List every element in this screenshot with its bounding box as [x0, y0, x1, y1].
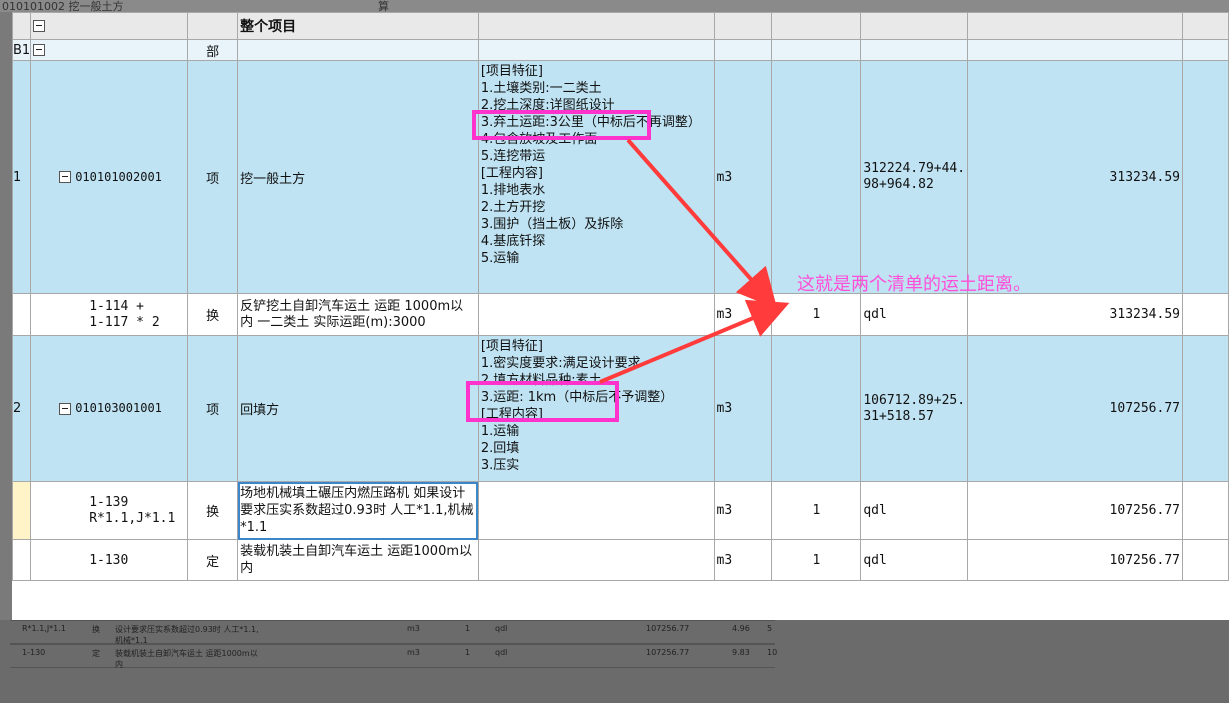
table-row[interactable]: 1-130 定 装载机装土自卸汽车运土 运距1000m以内 m3 1 qdl 1… [11, 539, 1229, 581]
qty-cell[interactable]: 1 [771, 293, 862, 336]
expression-cell[interactable]: qdl [860, 539, 969, 581]
name-cell[interactable]: 装载机装土自卸汽车运土 运距1000m以内 [237, 539, 479, 581]
table-row[interactable]: 1-114 + 1-117 * 2 换 反铲挖土自卸汽车运土 运距 1000m以… [11, 293, 1229, 336]
type-cell: 换 [187, 293, 239, 336]
header-cell [967, 12, 1183, 40]
row-number [11, 293, 32, 336]
unit-cell[interactable]: m3 [713, 481, 773, 540]
grid-header-row: 整个项目 [11, 12, 1229, 40]
highlight-box-distance-1 [472, 110, 651, 140]
code-cell[interactable]: 010103001001 [30, 335, 189, 482]
row-number: 2 [11, 335, 32, 482]
type-cell: 定 [187, 539, 239, 581]
name-cell-selected[interactable]: 场地机械填土碾压内燃压路机 如果设计要求压实系数超过0.93时 人工*1.1,机… [237, 481, 479, 540]
name-cell[interactable]: 挖一般土方 [237, 60, 479, 294]
code-cell[interactable]: 1-139 R*1.1,J*1.1 [30, 481, 189, 540]
type-cell: 项 [187, 335, 239, 482]
annotation-note: 这就是两个清单的运土距离。 [797, 274, 1031, 295]
code-cell[interactable]: 010101002001 [30, 60, 189, 294]
code-cell[interactable]: 1-130 [30, 539, 189, 581]
background-left-edge [0, 12, 12, 620]
background-titlebar: 010101002 挖一般土方 算 [0, 0, 1229, 13]
features-cell[interactable]: [项目特征] 1.土壤类别:一二类土 2.挖土深度:详图纸设计 3.弃土运距:3… [477, 60, 715, 294]
table-row[interactable]: 1 010101002001 项 挖一般土方 [项目特征] 1.土壤类别:一二类… [11, 60, 1229, 294]
qty-cell[interactable]: 1 [771, 539, 862, 581]
header-cell [187, 12, 239, 40]
expression-cell[interactable]: 106712.89+25.31+518.57 [860, 335, 969, 482]
header-cell [11, 12, 32, 40]
header-cell [477, 12, 715, 40]
name-cell[interactable]: 回填方 [237, 335, 479, 482]
type-cell: 部 [187, 39, 239, 61]
highlight-box-distance-2 [466, 381, 619, 422]
row-number: B1 [11, 39, 32, 61]
qty-cell[interactable] [771, 60, 862, 294]
name-cell[interactable]: 反铲挖土自卸汽车运土 运距 1000m以内 一二类土 实际运距(m):3000 [237, 293, 479, 336]
type-cell: 项 [187, 60, 239, 294]
row-number [11, 539, 32, 581]
total-cell: 107256.77 [967, 335, 1183, 482]
tree-cell [30, 39, 189, 61]
total-cell: 107256.77 [967, 481, 1183, 540]
budget-grid: 整个项目 B1 部 1 010101002001 项 挖一般土方 [项目特征] … [11, 12, 1229, 581]
total-cell: 313234.59 [967, 293, 1183, 336]
header-tree-cell [30, 12, 189, 40]
features-cell[interactable] [477, 539, 715, 581]
section-row[interactable]: B1 部 [11, 39, 1229, 61]
table-row[interactable]: 2 010103001001 项 回填方 [项目特征] 1.密实度要求:满足设计… [11, 335, 1229, 482]
code-cell[interactable]: 1-114 + 1-117 * 2 [30, 293, 189, 336]
budget-grid-panel: 整个项目 B1 部 1 010101002001 项 挖一般土方 [项目特征] … [11, 12, 1229, 620]
expression-cell[interactable]: qdl [860, 481, 969, 540]
header-cell [771, 12, 862, 40]
unit-cell[interactable]: m3 [713, 539, 773, 581]
collapse-icon[interactable] [59, 171, 72, 183]
header-cell [713, 12, 773, 40]
unit-cell[interactable]: m3 [713, 335, 773, 482]
row-number: 1 [11, 60, 32, 294]
background-row: 1-130 定 装载机装土自卸汽车运土 运距1000m以内 m3 1 qdl 1… [10, 644, 777, 669]
header-cell [860, 12, 969, 40]
qty-cell[interactable]: 1 [771, 481, 862, 540]
features-cell[interactable] [477, 481, 715, 540]
unit-cell[interactable]: m3 [713, 293, 773, 336]
collapse-icon[interactable] [33, 44, 46, 56]
features-cell[interactable] [477, 293, 715, 336]
header-cell [1182, 12, 1229, 40]
row-number [11, 481, 32, 540]
collapse-icon[interactable] [59, 402, 72, 415]
total-cell: 107256.77 [967, 539, 1183, 581]
expression-cell[interactable]: 312224.79+44.98+964.82 [860, 60, 969, 294]
expression-cell[interactable]: qdl [860, 293, 969, 336]
collapse-all-icon[interactable] [33, 20, 46, 32]
project-title: 整个项目 [237, 12, 479, 40]
qty-cell[interactable] [771, 335, 862, 482]
type-cell: 换 [187, 481, 239, 540]
total-cell: 313234.59 [967, 60, 1183, 294]
background-row: R*1.1,J*1.1 换 设计要求压实系数超过0.93时 人工*1.1,机械*… [10, 620, 775, 645]
table-row[interactable]: 1-139 R*1.1,J*1.1 换 场地机械填土碾压内燃压路机 如果设计要求… [11, 481, 1229, 540]
unit-cell[interactable]: m3 [713, 60, 773, 294]
background-grid: R*1.1,J*1.1 换 设计要求压实系数超过0.93时 人工*1.1,机械*… [0, 620, 1229, 703]
